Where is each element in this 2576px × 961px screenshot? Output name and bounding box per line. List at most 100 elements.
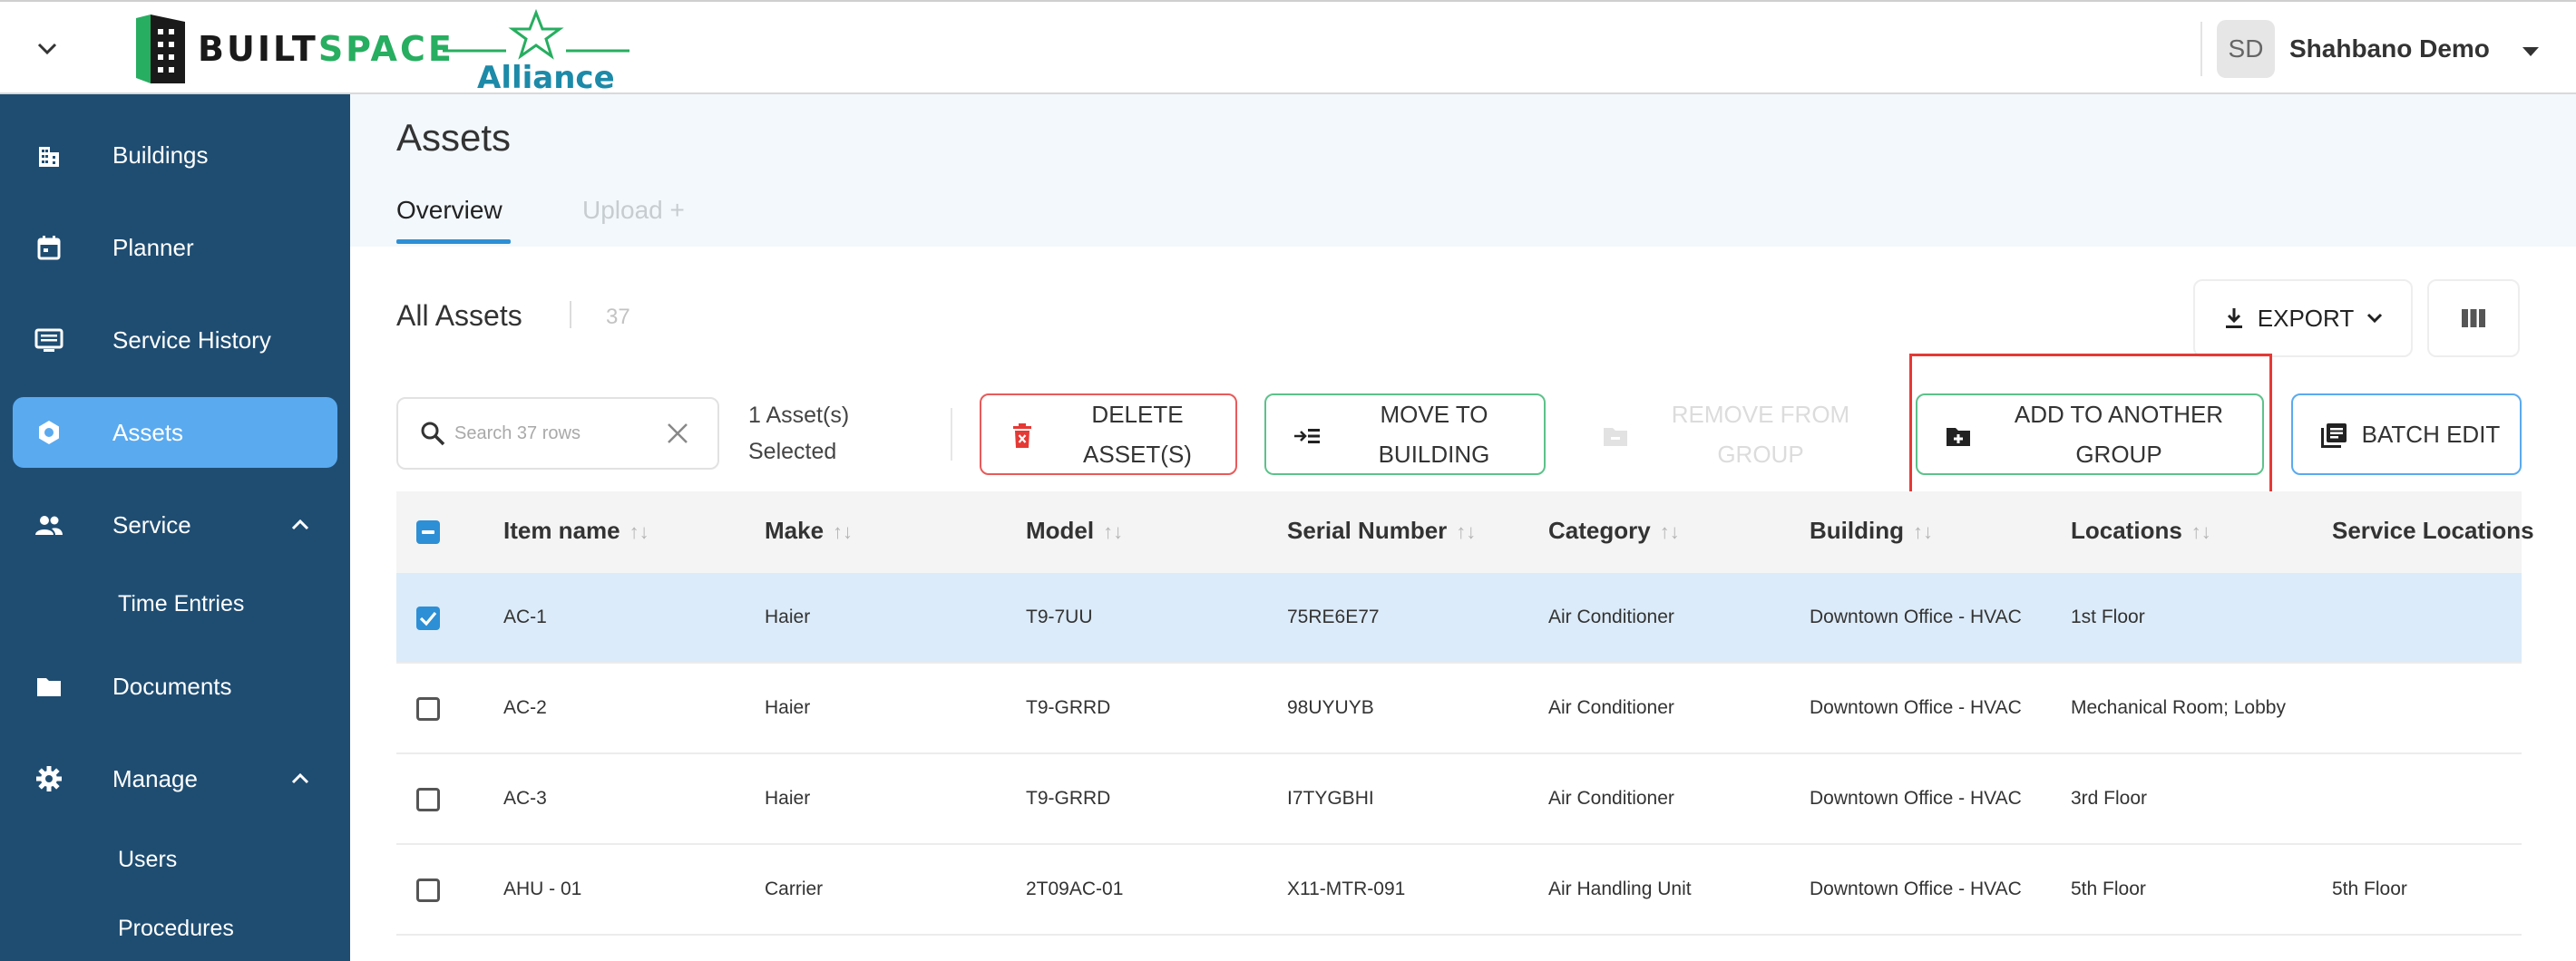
row-checkbox[interactable] [416, 878, 440, 902]
sidebar-subitem-procedures[interactable]: Procedures [118, 916, 234, 942]
row-checkbox[interactable] [416, 788, 440, 811]
cell-category: Air Conditioner [1548, 607, 1674, 627]
builtspace-logo[interactable]: BUILTSPACE [132, 13, 454, 85]
sidebar-item-label: Documents [112, 672, 232, 700]
chevron-down-icon [37, 43, 57, 55]
cell-make: Haier [765, 788, 811, 809]
avatar[interactable]: SD [2217, 20, 2275, 78]
table-row[interactable]: AC-1 Haier T9-7UU 75RE6E77 Air Condition… [396, 573, 2522, 664]
cell-category: Air Conditioner [1548, 697, 1674, 718]
move-to-building-label: MOVE TO BUILDING [1339, 394, 1529, 474]
column-label: Make [765, 517, 825, 544]
column-header-category[interactable]: Category ↑↓ [1548, 517, 1680, 545]
cell-building: Downtown Office - HVAC [1810, 788, 2022, 809]
select-all-checkbox[interactable] [416, 520, 440, 544]
label-line: ADD TO ANOTHER [2014, 401, 2224, 428]
chevron-up-icon[interactable] [287, 765, 314, 792]
sort-icon[interactable]: ↑↓ [1456, 520, 1476, 544]
sidebar-item-buildings[interactable]: Buildings [13, 120, 337, 190]
column-label: Item name [503, 517, 620, 544]
sidebar-item-documents[interactable]: Documents [13, 651, 337, 722]
column-header-make[interactable]: Make ↑↓ [765, 517, 853, 545]
column-header-item-name[interactable]: Item name ↑↓ [503, 517, 649, 545]
folder-icon [31, 668, 67, 704]
sort-icon[interactable]: ↑↓ [833, 520, 853, 544]
remove-from-group-button[interactable]: REMOVE FROM GROUP [1573, 393, 1890, 475]
sort-icon[interactable]: ↑↓ [629, 520, 649, 544]
sort-icon[interactable]: ↑↓ [2191, 520, 2211, 544]
column-header-locations[interactable]: Locations ↑↓ [2071, 517, 2211, 545]
column-header-building[interactable]: Building ↑↓ [1810, 517, 1933, 545]
column-settings-button[interactable] [2427, 279, 2520, 357]
tab-overview[interactable]: Overview [396, 196, 503, 225]
cell-item-name: AC-1 [503, 607, 547, 627]
close-icon[interactable] [665, 421, 690, 446]
cell-building: Downtown Office - HVAC [1810, 697, 2022, 718]
building-icon [31, 137, 67, 173]
tab-upload[interactable]: Upload + [582, 196, 685, 225]
cell-serial-number: 98UYUYB [1287, 697, 1374, 718]
label-line: GROUP [1717, 441, 1804, 468]
row-checkbox[interactable] [416, 697, 440, 721]
row-checkbox[interactable] [416, 607, 440, 630]
cell-building: Downtown Office - HVAC [1810, 607, 2022, 627]
export-button[interactable]: EXPORT [2193, 279, 2413, 357]
sidebar-subitem-users[interactable]: Users [118, 847, 177, 873]
selection-count-line: 1 Asset(s) [748, 403, 850, 428]
move-list-icon [1293, 422, 1321, 450]
cell-locations: 5th Floor [2071, 878, 2146, 899]
trash-icon [1009, 422, 1036, 450]
cell-locations: 3rd Floor [2071, 788, 2148, 809]
selection-count-line: Selected [748, 439, 837, 464]
sidebar-item-planner[interactable]: Planner [13, 212, 337, 283]
column-label: Serial Number [1287, 517, 1448, 544]
top-header: BUILTSPACE Alliance SD Shahbano Demo [0, 0, 2576, 96]
cell-locations: 1st Floor [2071, 607, 2145, 627]
asset-count: 37 [606, 305, 630, 329]
alliance-logo: Alliance [441, 8, 631, 96]
batch-edit-label: BATCH EDIT [2361, 421, 2501, 448]
chevron-down-icon [2367, 313, 2383, 324]
column-header-serial-number[interactable]: Serial Number ↑↓ [1287, 517, 1476, 545]
table-row[interactable]: AHU - 01 Carrier 2T09AC-01 X11-MTR-091 A… [396, 845, 2522, 936]
sidebar: Buildings Planner Service History Assets… [0, 94, 350, 961]
cell-item-name: AHU - 01 [503, 878, 582, 899]
user-menu-dropdown[interactable] [2513, 38, 2549, 65]
user-name[interactable]: Shahbano Demo [2289, 34, 2490, 63]
cell-category: Air Handling Unit [1548, 878, 1692, 899]
monitor-icon [31, 322, 67, 358]
table-row[interactable]: AC-2 Haier T9-GRRD 98UYUYB Air Condition… [396, 664, 2522, 754]
search-icon [421, 422, 445, 446]
sidebar-item-label: Assets [112, 418, 184, 446]
cell-make: Haier [765, 607, 811, 627]
search-input[interactable] [454, 415, 654, 451]
sidebar-item-service-history[interactable]: Service History [13, 305, 337, 375]
sidebar-item-manage[interactable]: Manage [13, 743, 337, 814]
column-header-model[interactable]: Model ↑↓ [1026, 517, 1123, 545]
column-label: Locations [2071, 517, 2182, 544]
delete-assets-button[interactable]: DELETE ASSET(S) [980, 393, 1237, 475]
hexagon-icon [31, 414, 67, 451]
sort-icon[interactable]: ↑↓ [1913, 520, 1933, 544]
selection-count: 1 Asset(s) Selected [748, 397, 903, 470]
move-to-building-button[interactable]: MOVE TO BUILDING [1264, 393, 1546, 475]
cell-serial-number: X11-MTR-091 [1287, 878, 1406, 899]
collapse-menu-button[interactable] [27, 33, 67, 65]
chevron-up-icon[interactable] [287, 511, 314, 539]
column-header-service-locations[interactable]: Service Locations [2332, 517, 2534, 545]
page-title: Assets [396, 116, 512, 159]
cell-model: T9-GRRD [1026, 788, 1111, 809]
sidebar-item-assets[interactable]: Assets [13, 397, 337, 468]
cell-model: 2T09AC-01 [1026, 878, 1124, 899]
sidebar-item-service[interactable]: Service [13, 490, 337, 560]
active-tab-indicator [396, 239, 511, 244]
sidebar-subitem-time-entries[interactable]: Time Entries [118, 591, 244, 617]
cell-serial-number: I7TYGBHI [1287, 788, 1374, 809]
table-row[interactable]: AC-3 Haier T9-GRRD I7TYGBHI Air Conditio… [396, 754, 2522, 845]
caret-down-icon [2522, 47, 2539, 56]
gear-icon [31, 761, 67, 797]
batch-edit-button[interactable]: BATCH EDIT [2291, 393, 2522, 475]
sort-icon[interactable]: ↑↓ [1660, 520, 1680, 544]
add-to-another-group-button[interactable]: ADD TO ANOTHER GROUP [1916, 393, 2264, 475]
sort-icon[interactable]: ↑↓ [1103, 520, 1123, 544]
